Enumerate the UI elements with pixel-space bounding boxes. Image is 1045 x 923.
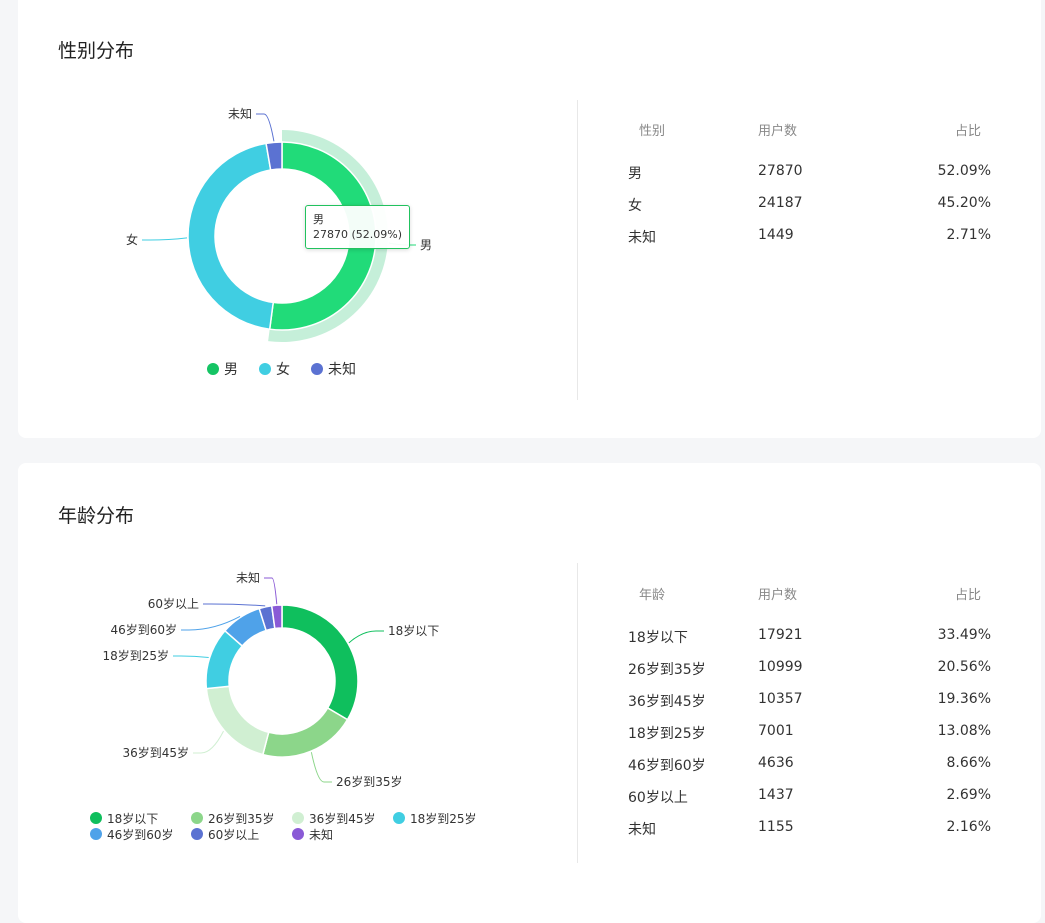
table-row: 60岁以上 1437 2.69% (618, 787, 1008, 809)
row-pct: 8.66% (946, 755, 991, 771)
row-count: 10357 (758, 691, 803, 707)
row-pct: 2.71% (946, 227, 991, 243)
legend-marker[interactable] (191, 812, 203, 824)
leader-line (310, 752, 332, 783)
row-count: 7001 (758, 723, 794, 739)
slice-label: 女 (126, 232, 138, 247)
table-row: 18岁以下 17921 33.49% (618, 627, 1008, 649)
leader-line (193, 730, 224, 754)
row-count: 27870 (758, 163, 803, 179)
row-label: 男 (628, 166, 642, 182)
row-pct: 19.36% (937, 691, 991, 707)
age-donut-chart: 18岁以下26岁到35岁36岁到45岁18岁到25岁46岁到60岁60岁以上未知… (90, 571, 477, 842)
table-row: 26岁到35岁 10999 20.56% (618, 659, 1008, 681)
row-count: 4636 (758, 755, 794, 771)
row-count: 1155 (758, 819, 794, 835)
row-pct: 2.69% (946, 787, 991, 803)
row-label: 26岁到35岁 (628, 662, 706, 678)
gender-card: 性别分布 男女未知男女未知 男 27870 (52.09%) 性别 用户数 占比… (18, 0, 1041, 438)
legend-label[interactable]: 46岁到60岁 (107, 827, 174, 842)
leader-line (203, 603, 266, 607)
row-label: 60岁以上 (628, 790, 688, 806)
table-header-pct: 占比 (954, 588, 981, 603)
slice-label: 26岁到35岁 (336, 774, 403, 789)
slice-label: 36岁到45岁 (122, 745, 189, 760)
legend-label[interactable]: 未知 (328, 361, 356, 378)
row-count: 1437 (758, 787, 794, 803)
legend-label[interactable]: 未知 (309, 828, 333, 842)
legend-label[interactable]: 18岁到25岁 (410, 811, 477, 826)
row-pct: 45.20% (937, 195, 991, 211)
legend-marker[interactable] (207, 363, 219, 375)
table-row: 女 24187 45.20% (618, 195, 1008, 217)
row-count: 10999 (758, 659, 803, 675)
row-label: 36岁到45岁 (628, 694, 706, 710)
slice-label: 男 (420, 238, 432, 252)
tooltip-value: 27870 (52.09%) (313, 228, 403, 241)
table-header-pct: 占比 (954, 124, 981, 139)
slice-label: 60岁以上 (148, 596, 199, 611)
row-label: 未知 (628, 822, 656, 838)
slice-label: 未知 (228, 107, 252, 121)
row-count: 1449 (758, 227, 794, 243)
table-row: 46岁到60岁 4636 8.66% (618, 755, 1008, 777)
row-label: 18岁以下 (628, 630, 688, 646)
legend-marker[interactable] (292, 812, 304, 824)
legend-label[interactable]: 女 (276, 361, 290, 378)
slice-label: 46岁到60岁 (110, 622, 177, 637)
leader-line (264, 577, 278, 605)
legend-marker[interactable] (393, 812, 405, 824)
legend-marker[interactable] (90, 812, 102, 824)
row-pct: 33.49% (937, 627, 991, 643)
table-header-gender: 性别 (639, 124, 666, 139)
donut-slice-1[interactable] (187, 142, 275, 331)
legend-marker[interactable] (191, 828, 203, 840)
table-header-count: 用户数 (758, 588, 798, 603)
legend-label[interactable]: 60岁以上 (208, 827, 259, 842)
table-row: 未知 1449 2.71% (618, 227, 1008, 249)
table-header-count: 用户数 (758, 124, 798, 139)
tooltip-name: 男 (313, 213, 324, 226)
row-pct: 13.08% (937, 723, 991, 739)
legend-label[interactable]: 26岁到35岁 (208, 811, 275, 826)
leader-line (348, 630, 384, 644)
age-card: 年龄分布 18岁以下 26岁到35岁 36岁到45岁 18岁到25岁 46岁到60岁 60… (18, 463, 1041, 923)
gender-tooltip: 男 27870 (52.09%) (305, 205, 411, 249)
legend-marker[interactable] (259, 363, 271, 375)
legend-marker[interactable] (90, 828, 102, 840)
row-label: 未知 (628, 230, 656, 246)
row-label: 女 (628, 198, 642, 214)
row-pct: 20.56% (937, 659, 991, 675)
legend-label[interactable]: 18岁以下 (107, 811, 158, 826)
table-row: 36岁到45岁 10357 19.36% (618, 691, 1008, 713)
gender-donut-chart: 男女未知男女未知 (126, 107, 432, 378)
table-header-age: 年龄 (639, 588, 666, 603)
slice-label: 未知 (236, 571, 260, 585)
divider (577, 563, 578, 863)
donut-slice-0[interactable] (281, 604, 359, 721)
row-pct: 2.16% (946, 819, 991, 835)
leader-line (173, 655, 209, 658)
slice-label: 18岁到25岁 (102, 648, 169, 663)
row-count: 24187 (758, 195, 803, 211)
slice-label: 18岁以下 (388, 623, 439, 638)
divider (577, 100, 578, 400)
leader-line (256, 113, 275, 142)
row-pct: 52.09% (937, 163, 991, 179)
legend-label[interactable]: 36岁到45岁 (309, 811, 376, 826)
table-row: 男 27870 52.09% (618, 163, 1008, 185)
row-count: 17921 (758, 627, 803, 643)
legend-marker[interactable] (311, 363, 323, 375)
table-row: 未知 1155 2.16% (618, 819, 1008, 841)
legend-marker[interactable] (292, 828, 304, 840)
legend-label[interactable]: 男 (224, 362, 238, 378)
row-label: 18岁到25岁 (628, 726, 706, 742)
donut-slice-1[interactable] (261, 706, 349, 758)
leader-line (142, 237, 188, 241)
row-label: 46岁到60岁 (628, 758, 706, 774)
table-row: 18岁到25岁 7001 13.08% (618, 723, 1008, 745)
